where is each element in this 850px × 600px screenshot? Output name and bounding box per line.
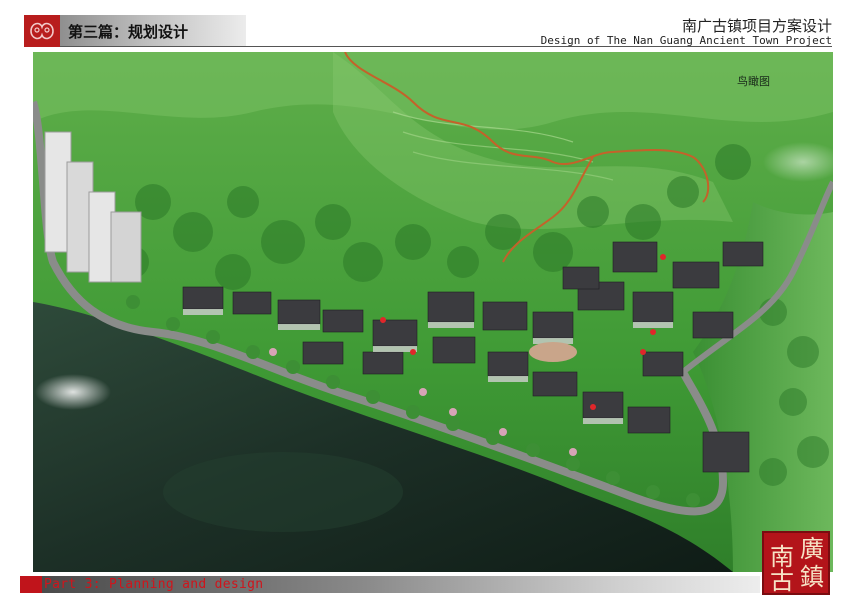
- town-seal-logo: 廣 南 古 鎮: [762, 531, 830, 595]
- project-title-en: Design of The Nan Guang Ancient Town Pro…: [540, 34, 832, 47]
- project-title-cn: 南广古镇项目方案设计: [681, 17, 832, 35]
- seal-char: 廣: [800, 535, 824, 563]
- seal-char: 南: [770, 543, 794, 571]
- part-label: Part 3: Planning and design: [44, 577, 264, 592]
- chapter-title: 第三篇：规划设计: [68, 23, 189, 41]
- seal-char: 古: [770, 567, 794, 595]
- page-header: 第三篇：规划设计 南广古镇项目方案设计 Design of The Nan Gu…: [24, 15, 832, 47]
- footer-accent-block: [20, 576, 42, 593]
- view-label: 鸟瞰图: [737, 75, 770, 88]
- emblem-icon: [24, 15, 60, 47]
- aerial-view-image: [33, 52, 833, 572]
- seal-char: 鎮: [800, 563, 824, 591]
